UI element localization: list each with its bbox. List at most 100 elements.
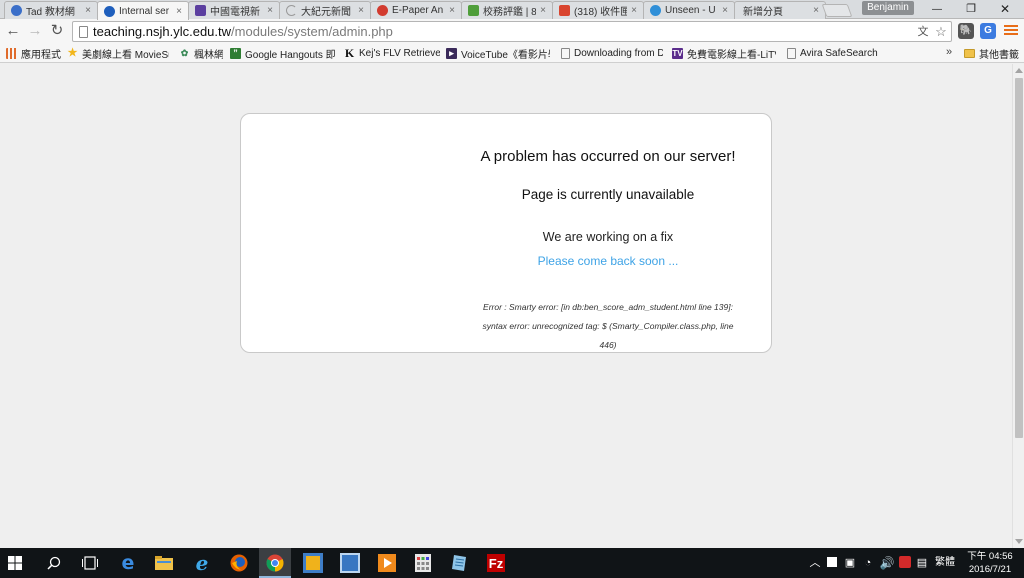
taskbar-clock[interactable]: 下午 04:56 2016/7/21 [962, 550, 1018, 576]
tab-title: Internal ser [119, 5, 170, 17]
bookmark-label: Google Hangouts 即 [245, 50, 336, 61]
tab-title: 中國電視新 [210, 7, 260, 18]
tab-strip: Tad 教材網 × Internal ser × 中國電視新 × 大紀元新聞 ×… [0, 0, 1024, 20]
tray-shield-icon[interactable]: ▣ [843, 548, 857, 578]
tab-favicon [11, 5, 22, 16]
windows-start-icon[interactable] [8, 556, 22, 570]
apps-grid-icon [6, 48, 17, 59]
tab-close-icon[interactable]: × [629, 5, 639, 16]
antivirus-tray-icon[interactable] [898, 548, 912, 578]
bookmarks-overflow-button[interactable]: » [946, 46, 952, 58]
folder-icon [964, 49, 975, 58]
bookmark-kej-flv[interactable]: K Kej's FLV Retriever [344, 46, 440, 61]
translate-extension-icon[interactable]: G [980, 23, 996, 39]
bookmark-avira[interactable]: Avira SafeSearch [787, 46, 879, 61]
tab-title: E-Paper An [392, 5, 444, 16]
tab-ctv-news[interactable]: 中國電視新 × [188, 1, 280, 19]
volume-icon[interactable]: 🔊 [879, 548, 895, 578]
remote-desktop-icon[interactable] [340, 553, 360, 573]
url-path: /modules/system/admin.php [231, 24, 393, 39]
address-bar[interactable]: teaching.nsjh.ylc.edu.tw/modules/system/… [72, 21, 952, 42]
tab-close-icon[interactable]: × [265, 5, 275, 16]
leaf-icon: ✿ [180, 48, 189, 58]
other-bookmarks-folder[interactable]: 其他書籤 [964, 46, 1022, 61]
clock-time: 下午 04:56 [967, 551, 1013, 562]
come-back-link[interactable]: Please come back soon ... [477, 254, 739, 268]
tab-epoch-times[interactable]: 大紀元新聞 × [279, 1, 371, 19]
new-tab-button[interactable] [821, 4, 853, 17]
tab-close-icon[interactable]: × [538, 5, 548, 16]
tab-close-icon[interactable]: × [174, 6, 184, 17]
media-player-icon[interactable] [377, 553, 397, 573]
tab-epaper[interactable]: E-Paper An × [370, 1, 462, 19]
error-detail-line: syntax error: unrecognized tag: $ (Smart… [482, 321, 734, 331]
error-detail-line: Error : Smarty error: [in db:ben_score_a… [483, 302, 733, 312]
tab-unseen[interactable]: Unseen - U × [643, 1, 735, 19]
profile-button[interactable]: Benjamin [862, 1, 914, 15]
windows-taskbar: e e Fz ︿ ▣ ◔ 🔊 ▤ 繁體 下午 04:56 2016/7/21 [0, 548, 1024, 578]
back-button[interactable]: ← [4, 22, 22, 40]
tab-close-icon[interactable]: × [811, 5, 821, 16]
tab-internal-server-error[interactable]: Internal ser × [97, 1, 189, 20]
bookmark-apps[interactable]: 應用程式 [6, 46, 66, 61]
error-detail-line: 446) [599, 340, 617, 350]
restore-button[interactable]: ❐ [954, 0, 988, 19]
vertical-scrollbar[interactable] [1012, 64, 1024, 548]
bookmark-litv[interactable]: TV 免費電影線上看-LiTV [672, 46, 776, 61]
file-explorer-icon[interactable] [154, 553, 174, 573]
tab-title: 校務評鑑 | 8 [483, 7, 536, 18]
bookmark-label: 免費電影線上看-LiTV [687, 50, 776, 61]
input-method-indicator[interactable]: 繁體 [933, 548, 957, 578]
chrome-taskbar-button[interactable] [259, 548, 291, 578]
scroll-down-icon[interactable] [1015, 539, 1023, 544]
scrollbar-thumb[interactable] [1015, 78, 1023, 438]
tray-app-icon[interactable] [825, 548, 839, 578]
svg-text:Fz: Fz [489, 556, 504, 571]
bookmark-moviesun[interactable]: ★ 美劇線上看 MovieSu [67, 46, 169, 62]
close-window-button[interactable]: ✕ [988, 0, 1022, 19]
tray-wifi-icon[interactable]: ◔ [861, 548, 875, 578]
bookmark-downloading[interactable]: Downloading from D [561, 46, 663, 61]
bookmark-voicetube[interactable]: ▸ VoiceTube《看影片學 [446, 46, 550, 61]
search-icon[interactable] [47, 556, 61, 570]
bookmark-maple[interactable]: ✿ 楓林網 [179, 46, 223, 61]
tab-tad[interactable]: Tad 教材網 × [4, 1, 98, 19]
tab-new-tab[interactable]: 新增分頁 × [734, 1, 826, 19]
bookmark-label: 美劇線上看 MovieSu [82, 50, 169, 61]
translate-icon[interactable]: 文 [915, 24, 931, 40]
internet-explorer-icon[interactable]: e [192, 553, 212, 573]
tab-close-icon[interactable]: × [720, 5, 730, 16]
tab-school-evaluation[interactable]: 校務評鑑 | 8 × [461, 1, 553, 19]
minimize-button[interactable]: — [920, 0, 954, 19]
forward-button[interactable]: → [26, 22, 44, 40]
show-hidden-icons-chevron-icon[interactable]: ︿ [808, 548, 822, 578]
calculator-icon[interactable] [413, 553, 433, 573]
edge-icon[interactable]: e [118, 553, 138, 573]
page-icon [561, 48, 570, 59]
url-text[interactable]: teaching.nsjh.ylc.edu.tw/modules/system/… [93, 24, 393, 40]
task-view-icon[interactable] [82, 556, 98, 570]
bookmark-label: VoiceTube《看影片學 [461, 50, 550, 61]
hangouts-icon: ” [230, 48, 241, 59]
tab-favicon [195, 5, 206, 16]
bookmark-star-icon[interactable]: ☆ [933, 24, 949, 40]
reload-button[interactable]: ↻ [48, 22, 66, 40]
tab-close-icon[interactable]: × [356, 5, 366, 16]
tab-inbox[interactable]: (318) 收件匣 × [552, 1, 644, 19]
filezilla-icon[interactable]: Fz [486, 553, 506, 573]
working-on-fix-text: We are working on a fix [542, 230, 674, 244]
bookmark-label: Avira SafeSearch [800, 48, 878, 59]
url-host: teaching.nsjh.ylc.edu.tw [93, 24, 232, 39]
evernote-extension-icon[interactable]: 🐘 [958, 23, 974, 39]
notification-message-icon[interactable]: ▤ [915, 548, 929, 578]
notepad-icon[interactable] [450, 553, 470, 573]
clock-date: 2016/7/21 [968, 564, 1012, 575]
tab-close-icon[interactable]: × [83, 5, 93, 16]
error-details: Error : Smarty error: [in db:ben_score_a… [469, 298, 747, 355]
bookmark-hangouts[interactable]: ” Google Hangouts 即 [230, 46, 336, 61]
tab-close-icon[interactable]: × [447, 5, 457, 16]
firefox-icon[interactable] [229, 553, 249, 573]
chrome-menu-icon[interactable] [1004, 23, 1018, 37]
app-icon-orange-square[interactable] [303, 553, 323, 573]
scroll-up-icon[interactable] [1015, 68, 1023, 73]
